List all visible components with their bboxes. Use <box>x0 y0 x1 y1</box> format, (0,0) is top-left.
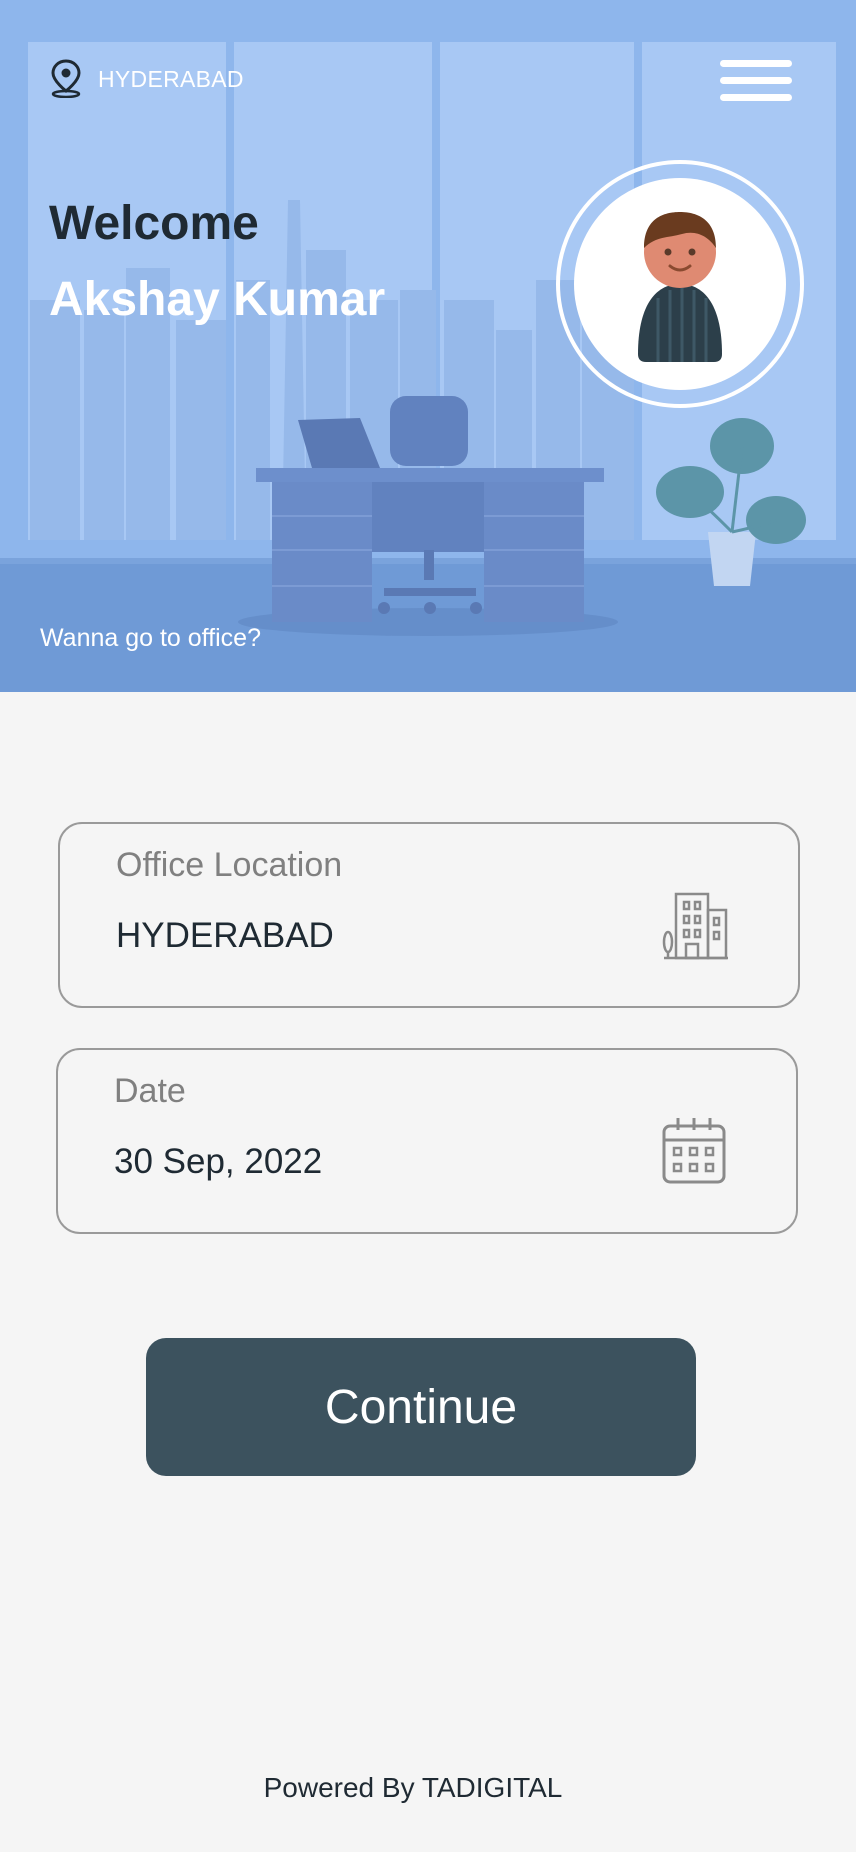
calendar-icon <box>662 1118 726 1184</box>
office-location-field[interactable]: Office Location HYDERABAD <box>58 822 800 1008</box>
office-location-value: HYDERABAD <box>116 916 334 955</box>
date-value: 30 Sep, 2022 <box>114 1142 323 1181</box>
hero-banner: HYDERABAD Welcome Akshay Kumar Wanna go … <box>0 0 856 692</box>
date-label: Date <box>114 1072 186 1110</box>
continue-button[interactable]: Continue <box>146 1338 696 1476</box>
hamburger-menu-icon[interactable] <box>718 56 794 101</box>
map-pin-icon <box>51 59 81 98</box>
office-location-label: Office Location <box>116 846 343 884</box>
welcome-heading: Welcome <box>49 197 259 250</box>
office-question: Wanna go to office? <box>40 624 261 652</box>
user-name: Akshay Kumar <box>49 273 386 326</box>
current-location-label: HYDERABAD <box>98 66 244 92</box>
powered-by-footer: Powered By TADIGITAL <box>263 1772 563 1803</box>
date-field[interactable]: Date 30 Sep, 2022 <box>56 1048 798 1234</box>
office-building-icon <box>662 892 728 960</box>
user-avatar-icon[interactable] <box>574 178 786 390</box>
